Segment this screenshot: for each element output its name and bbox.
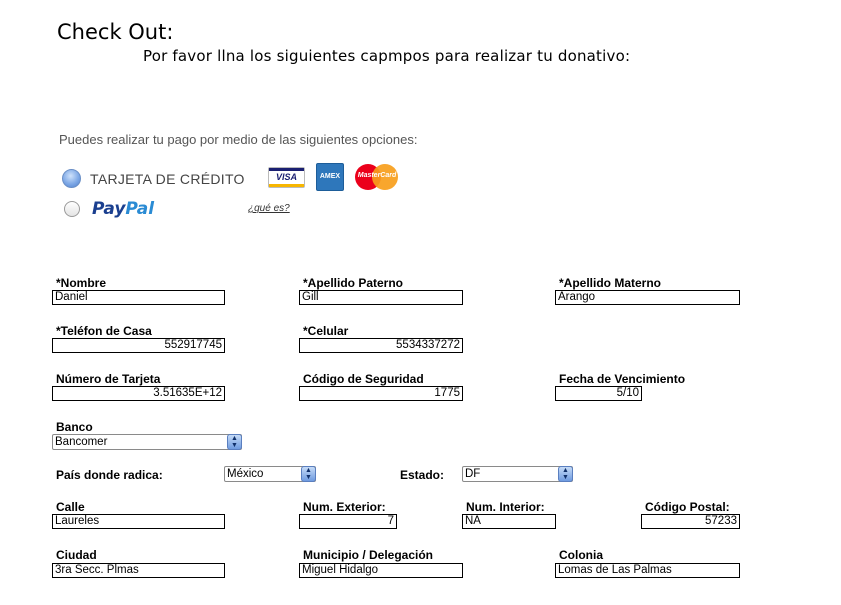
paypal-radio[interactable] [64, 201, 80, 217]
nombre-field[interactable]: Daniel [52, 290, 225, 305]
ciudad-field[interactable]: 3ra Secc. Plmas [52, 563, 225, 578]
paypal-text-part1: Pay [92, 199, 126, 219]
fecha-vencimiento-label: Fecha de Vencimiento [559, 372, 686, 386]
nombre-label: *Nombre [56, 276, 107, 290]
apellido-paterno-field[interactable]: Gill [299, 290, 463, 305]
select-arrows-icon: ▲ ▼ [558, 466, 573, 482]
apellido-materno-label: *Apellido Materno [559, 276, 662, 290]
paypal-text-part2: Pal [125, 199, 155, 219]
celular-label: *Celular [303, 324, 349, 338]
numero-tarjeta-label: Número de Tarjeta [56, 372, 161, 386]
municipio-label: Municipio / Delegación [303, 548, 434, 562]
pais-select[interactable]: México ▲ ▼ [224, 466, 316, 482]
colonia-field[interactable]: Lomas de Las Palmas [555, 563, 740, 578]
numero-tarjeta-field[interactable]: 3.51635E+12 [52, 386, 225, 401]
num-interior-field[interactable]: NA [462, 514, 556, 529]
num-interior-label: Num. Interior: [466, 500, 545, 514]
municipio-field[interactable]: Miguel Hidalgo [299, 563, 463, 578]
num-exterior-field[interactable]: 7 [299, 514, 397, 529]
pais-label: País donde radica: [56, 468, 163, 482]
visa-logo: VISA [268, 167, 305, 188]
estado-label: Estado: [400, 468, 445, 482]
whats-this-link[interactable]: ¿qué es? [248, 203, 290, 214]
colonia-label: Colonia [559, 548, 603, 562]
calle-field[interactable]: Laureles [52, 514, 225, 529]
mastercard-text: MasterCard [357, 172, 397, 179]
calle-label: Calle [56, 500, 85, 514]
apellido-materno-field[interactable]: Arango [555, 290, 740, 305]
select-arrows-icon: ▲ ▼ [301, 466, 316, 482]
estado-select[interactable]: DF ▲ ▼ [462, 466, 573, 482]
codigo-postal-field[interactable]: 57233 [641, 514, 740, 529]
page-title: Check Out: [57, 20, 174, 44]
telefono-casa-label: *Teléfon de Casa [56, 324, 152, 338]
banco-select[interactable]: Bancomer ▲ ▼ [52, 434, 242, 450]
fecha-vencimiento-field[interactable]: 5/10 [555, 386, 642, 401]
num-exterior-label: Num. Exterior: [303, 500, 386, 514]
apellido-paterno-label: *Apellido Paterno [303, 276, 404, 290]
codigo-postal-label: Código Postal: [645, 500, 730, 514]
credit-card-label: TARJETA DE CRÉDITO [90, 171, 245, 187]
visa-text: VISA [275, 172, 297, 182]
amex-text: AMEX [319, 173, 341, 180]
credit-card-radio[interactable] [62, 169, 81, 188]
banco-label: Banco [56, 420, 93, 434]
amex-logo: AMEX [316, 163, 344, 191]
mastercard-logo: MasterCard [355, 164, 399, 190]
paypal-logo: PayPal [92, 199, 154, 219]
select-arrows-icon: ▲ ▼ [227, 434, 242, 450]
ciudad-label: Ciudad [56, 548, 97, 562]
estado-selected-value: DF [465, 468, 481, 480]
banco-selected-value: Bancomer [55, 436, 108, 448]
payment-intro: Puedes realizar tu pago por medio de las… [59, 132, 418, 147]
telefono-casa-field[interactable]: 552917745 [52, 338, 225, 353]
page-subtitle: Por favor llna los siguientes capmpos pa… [143, 47, 631, 65]
codigo-seguridad-field[interactable]: 1775 [299, 386, 463, 401]
codigo-seguridad-label: Código de Seguridad [303, 372, 424, 386]
celular-field[interactable]: 5534337272 [299, 338, 463, 353]
pais-selected-value: México [227, 468, 264, 480]
